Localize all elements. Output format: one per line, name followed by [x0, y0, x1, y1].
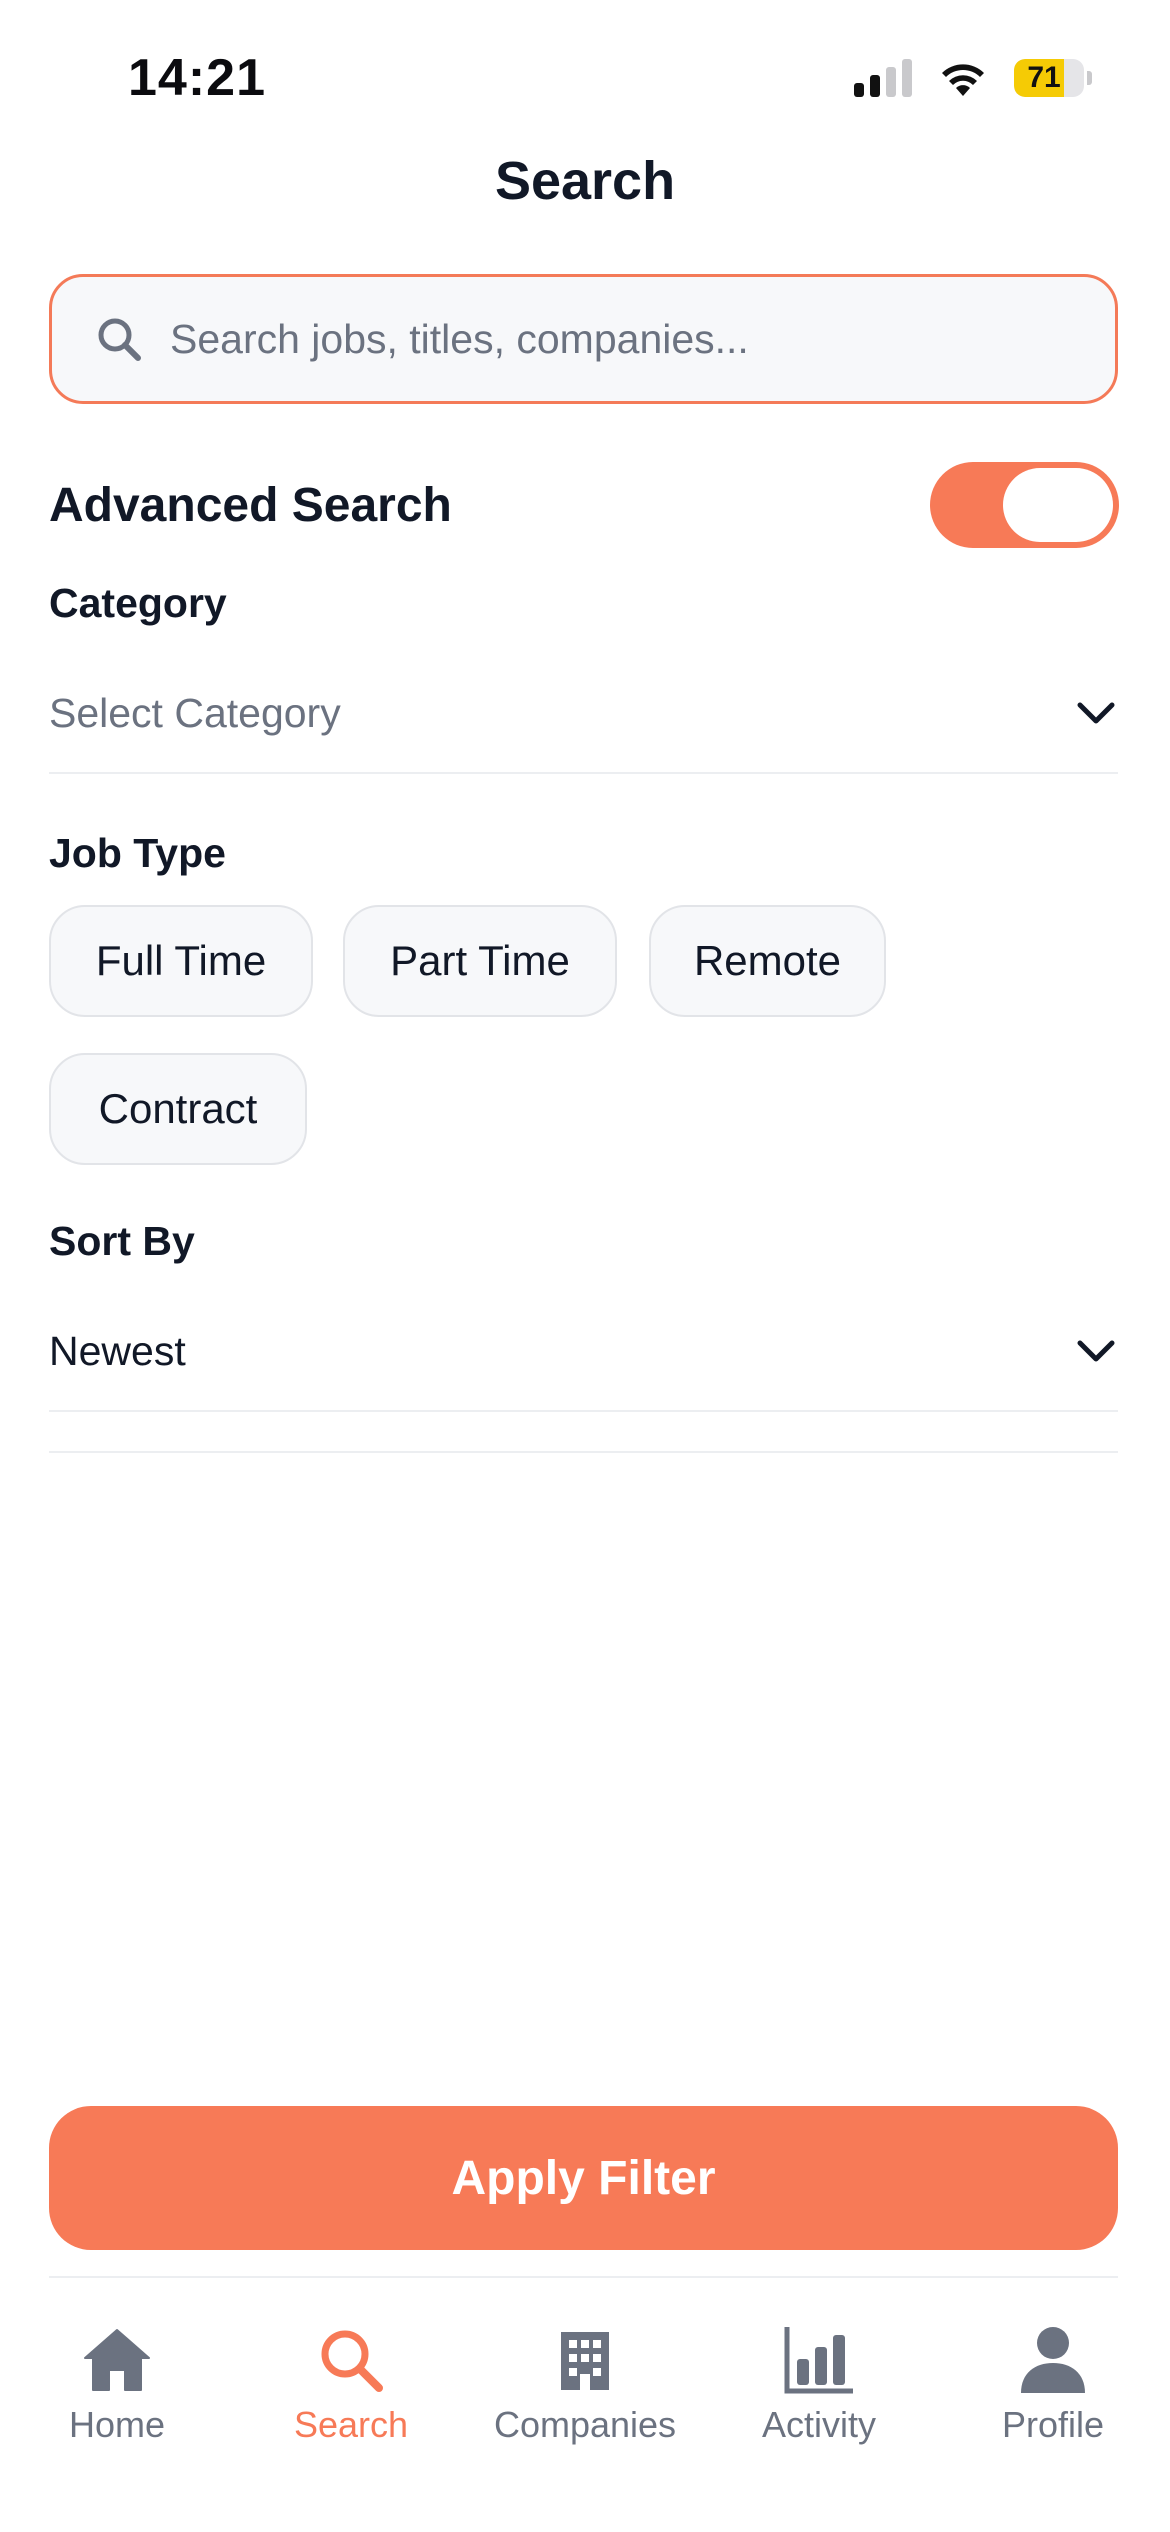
tab-label: Home: [68, 2404, 166, 2445]
tab-activity[interactable]: Activity: [702, 2324, 936, 2446]
tab-label: Activity: [761, 2404, 876, 2445]
job-type-chip-full-time[interactable]: Full Time: [49, 905, 313, 1017]
sort-by-label: Sort By: [49, 1218, 195, 1264]
tab-label: Search: [293, 2404, 409, 2445]
tab-label: Companies: [493, 2404, 677, 2445]
status-time: 14:21: [128, 49, 266, 107]
sort-by-value: Newest: [49, 1327, 186, 1374]
search-input[interactable]: [168, 314, 1072, 364]
search-field[interactable]: [49, 274, 1118, 404]
chevron-down-icon: [1074, 691, 1118, 735]
tab-companies[interactable]: Companies: [468, 2324, 702, 2446]
tab-home[interactable]: Home: [0, 2324, 234, 2446]
category-select[interactable]: Select Category: [49, 654, 1118, 774]
search-screen: 14:21 71 Search Search jobs, titles, com…: [0, 0, 1170, 2532]
tab-profile[interactable]: Profile: [936, 2324, 1170, 2446]
job-type-label: Job Type: [49, 830, 226, 876]
tab-search[interactable]: Search: [234, 2324, 468, 2446]
search-icon: [92, 312, 146, 366]
advanced-search-label: Advanced Search: [49, 479, 452, 532]
signal-icon: [854, 59, 912, 97]
category-label: Category: [49, 580, 227, 626]
wifi-icon: [938, 58, 988, 98]
toggle-knob: [1003, 468, 1113, 542]
status-bar: 14:21 71: [0, 0, 1170, 150]
home-icon: [79, 2324, 155, 2396]
apply-filter-button[interactable]: Apply Filter: [49, 2106, 1118, 2250]
job-type-chip-remote[interactable]: Remote: [649, 905, 886, 1017]
bar-chart-icon: [781, 2324, 857, 2396]
tab-bar-divider: [49, 2276, 1118, 2278]
job-type-chip-part-time[interactable]: Part Time: [343, 905, 617, 1017]
search-icon: [313, 2324, 389, 2396]
person-icon: [1015, 2324, 1091, 2396]
battery-level: 71: [1027, 61, 1061, 94]
tab-bar: Home Search Companies Activity Profile: [0, 2276, 1170, 2532]
advanced-search-toggle[interactable]: [930, 462, 1119, 548]
building-icon: [547, 2324, 623, 2396]
battery-icon: 71: [1014, 59, 1092, 97]
chevron-down-icon: [1074, 1329, 1118, 1373]
job-type-chip-contract[interactable]: Contract: [49, 1053, 307, 1165]
tab-label: Profile: [1001, 2404, 1105, 2445]
category-placeholder: Select Category: [49, 689, 341, 736]
page-title: Search: [494, 151, 676, 211]
status-indicators: 71: [854, 56, 1092, 100]
section-divider: [49, 1451, 1118, 1453]
sort-by-select[interactable]: Newest: [49, 1292, 1118, 1412]
